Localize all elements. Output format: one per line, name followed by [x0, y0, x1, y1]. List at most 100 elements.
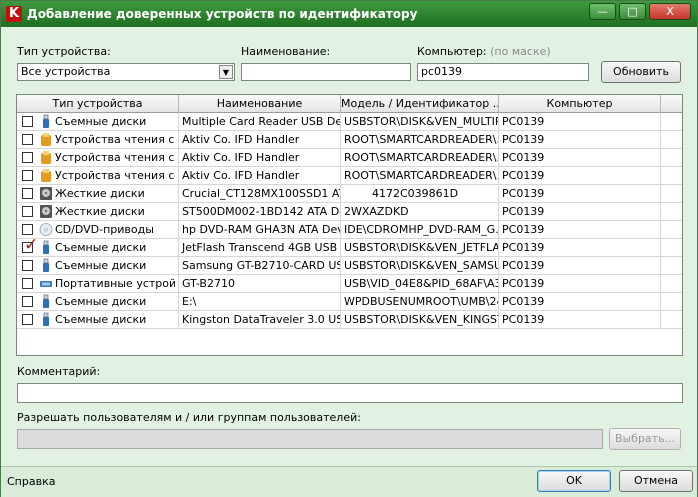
computer-cell: PC0139: [499, 221, 661, 238]
computer-cell: PC0139: [499, 293, 661, 310]
row-checkbox[interactable]: [22, 152, 33, 163]
column-header-computer[interactable]: Компьютер: [499, 95, 661, 113]
device-model-cell: USBSTOR\DISK&VEN_JETFLA...: [341, 239, 499, 256]
refresh-button[interactable]: Обновить: [601, 61, 681, 83]
usb-stick-icon: [39, 312, 53, 327]
computer-cell: PC0139: [499, 239, 661, 256]
device-type-cell: Устройства чтения с...: [17, 149, 179, 166]
maximize-button[interactable]: □: [619, 3, 646, 20]
computer-cell: PC0139: [499, 257, 661, 274]
device-name-cell: hp DVD-RAM GHA3N ATA Devi...: [179, 221, 341, 238]
cancel-button[interactable]: Отмена: [619, 470, 693, 492]
comment-label: Комментарий:: [17, 365, 101, 378]
hard-disk-icon: [39, 204, 53, 219]
table-header: Тип устройства Наименование Модель / Иде…: [17, 95, 682, 113]
device-type-text: Устройства чтения с...: [55, 133, 175, 146]
kaspersky-app-icon: K: [6, 6, 22, 22]
device-name-cell: Aktiv Co. IFD Handler: [179, 149, 341, 166]
smartcard-reader-icon: [39, 150, 53, 165]
row-checkbox[interactable]: [22, 260, 33, 271]
computer-input[interactable]: pc0139: [417, 63, 589, 81]
usb-stick-icon: [39, 114, 53, 129]
row-checkbox[interactable]: [22, 296, 33, 307]
device-type-text: Съемные диски: [55, 313, 147, 326]
device-model-cell: ROOT\SMARTCARDREADER\...: [341, 149, 499, 166]
row-checkbox[interactable]: [22, 224, 33, 235]
device-name-cell: GT-B2710: [179, 275, 341, 292]
device-name-cell: JetFlash Transcend 4GB USB ...: [179, 239, 341, 256]
table-row[interactable]: CD/DVD-приводы hp DVD-RAM GHA3N ATA Devi.…: [17, 221, 682, 239]
cd-dvd-icon: [39, 222, 53, 237]
device-model-cell: USB\VID_04E8&PID_68AF\A3...: [341, 275, 499, 292]
device-type-cell: Съемные диски: [17, 311, 179, 328]
computer-cell: PC0139: [499, 149, 661, 166]
smartcard-reader-icon: [39, 132, 53, 147]
portable-device-icon: [39, 276, 53, 291]
table-row[interactable]: Съемные диски E:\ WPDBUSENUMROOT\UMB\2&...…: [17, 293, 682, 311]
table-row[interactable]: Съемные диски Multiple Card Reader USB De…: [17, 113, 682, 131]
row-checkbox[interactable]: ✓: [22, 239, 38, 254]
table-row[interactable]: Устройства чтения с... Aktiv Co. IFD Hand…: [17, 167, 682, 185]
device-model-cell: USBSTOR\DISK&VEN_KINGST...: [341, 311, 499, 328]
device-type-cell: Устройства чтения с...: [17, 167, 179, 184]
minimize-button[interactable]: —: [589, 3, 616, 20]
computer-label: Компьютер: (по маске): [417, 45, 551, 58]
table-row[interactable]: ✓ Съемные диски JetFlash Transcend 4GB USB…: [17, 239, 682, 257]
computer-cell: PC0139: [499, 311, 661, 328]
device-type-cell: Съемные диски: [17, 293, 179, 310]
table-row[interactable]: Устройства чтения с... Aktiv Co. IFD Hand…: [17, 131, 682, 149]
row-checkbox[interactable]: [22, 170, 33, 181]
table-row[interactable]: Устройства чтения с... Aktiv Co. IFD Hand…: [17, 149, 682, 167]
device-model-cell: IDE\CDROMHP_DVD-RAM_G...: [341, 221, 499, 238]
device-type-text: Съемные диски: [55, 241, 147, 254]
allowed-users-field: [17, 429, 603, 449]
usb-stick-icon: [39, 294, 53, 309]
table-row[interactable]: Съемные диски Samsung GT-B2710-CARD US...…: [17, 257, 682, 275]
row-checkbox[interactable]: [22, 206, 33, 217]
column-header-name[interactable]: Наименование: [179, 95, 341, 113]
table-row[interactable]: Жесткие диски Crucial_CT128MX100SSD1 AT..…: [17, 185, 682, 203]
device-type-cell: Портативные устрой...: [17, 275, 179, 292]
help-link[interactable]: Справка: [7, 475, 55, 488]
window-title: Добавление доверенных устройств по идент…: [27, 7, 418, 21]
computer-mask-hint: (по маске): [490, 45, 551, 58]
column-header-model[interactable]: Модель / Идентификатор ...: [341, 95, 499, 113]
device-model-cell: USBSTOR\DISK&VEN_MULTIP...: [341, 113, 499, 130]
comment-input[interactable]: [17, 383, 683, 403]
device-type-label: Тип устройства:: [17, 45, 111, 58]
device-type-text: Жесткие диски: [55, 187, 145, 200]
name-label: Наименование:: [241, 45, 331, 58]
computer-cell: PC0139: [499, 113, 661, 130]
computer-cell: PC0139: [499, 167, 661, 184]
device-name-cell: ST500DM002-1BD142 ATA De...: [179, 203, 341, 220]
device-type-cell: Жесткие диски: [17, 185, 179, 202]
usb-stick-icon: [39, 240, 53, 255]
dialog-window: K Добавление доверенных устройств по иде…: [0, 0, 698, 497]
device-model-cell: ROOT\SMARTCARDREADER\...: [341, 167, 499, 184]
column-header-device-type[interactable]: Тип устройства: [17, 95, 179, 113]
checkmark-icon: ✓: [24, 239, 39, 255]
device-type-text: Устройства чтения с...: [55, 169, 175, 182]
row-checkbox[interactable]: [22, 314, 33, 325]
device-type-text: Устройства чтения с...: [55, 151, 175, 164]
device-name-cell: E:\: [179, 293, 341, 310]
row-checkbox[interactable]: [22, 116, 33, 127]
chevron-down-icon[interactable]: ▼: [219, 65, 233, 79]
table-row[interactable]: Жесткие диски ST500DM002-1BD142 ATA De...…: [17, 203, 682, 221]
table-row[interactable]: Портативные устрой... GT-B2710 USB\VID_04E…: [17, 275, 682, 293]
row-checkbox[interactable]: [22, 188, 33, 199]
smartcard-reader-icon: [39, 168, 53, 183]
device-name-cell: Kingston DataTraveler 3.0 US...: [179, 311, 341, 328]
close-button[interactable]: X: [649, 3, 691, 20]
computer-cell: PC0139: [499, 185, 661, 202]
device-model-cell: 4172C039861D: [341, 185, 499, 202]
row-checkbox[interactable]: [22, 278, 33, 289]
select-users-button[interactable]: Выбрать...: [609, 428, 681, 450]
name-input[interactable]: [241, 63, 411, 81]
device-name-cell: Samsung GT-B2710-CARD US...: [179, 257, 341, 274]
device-type-select[interactable]: Все устройства ▼: [17, 63, 235, 81]
row-checkbox[interactable]: [22, 134, 33, 145]
device-name-cell: Multiple Card Reader USB De...: [179, 113, 341, 130]
ok-button[interactable]: OK: [537, 470, 611, 492]
table-row[interactable]: Съемные диски Kingston DataTraveler 3.0 U…: [17, 311, 682, 329]
